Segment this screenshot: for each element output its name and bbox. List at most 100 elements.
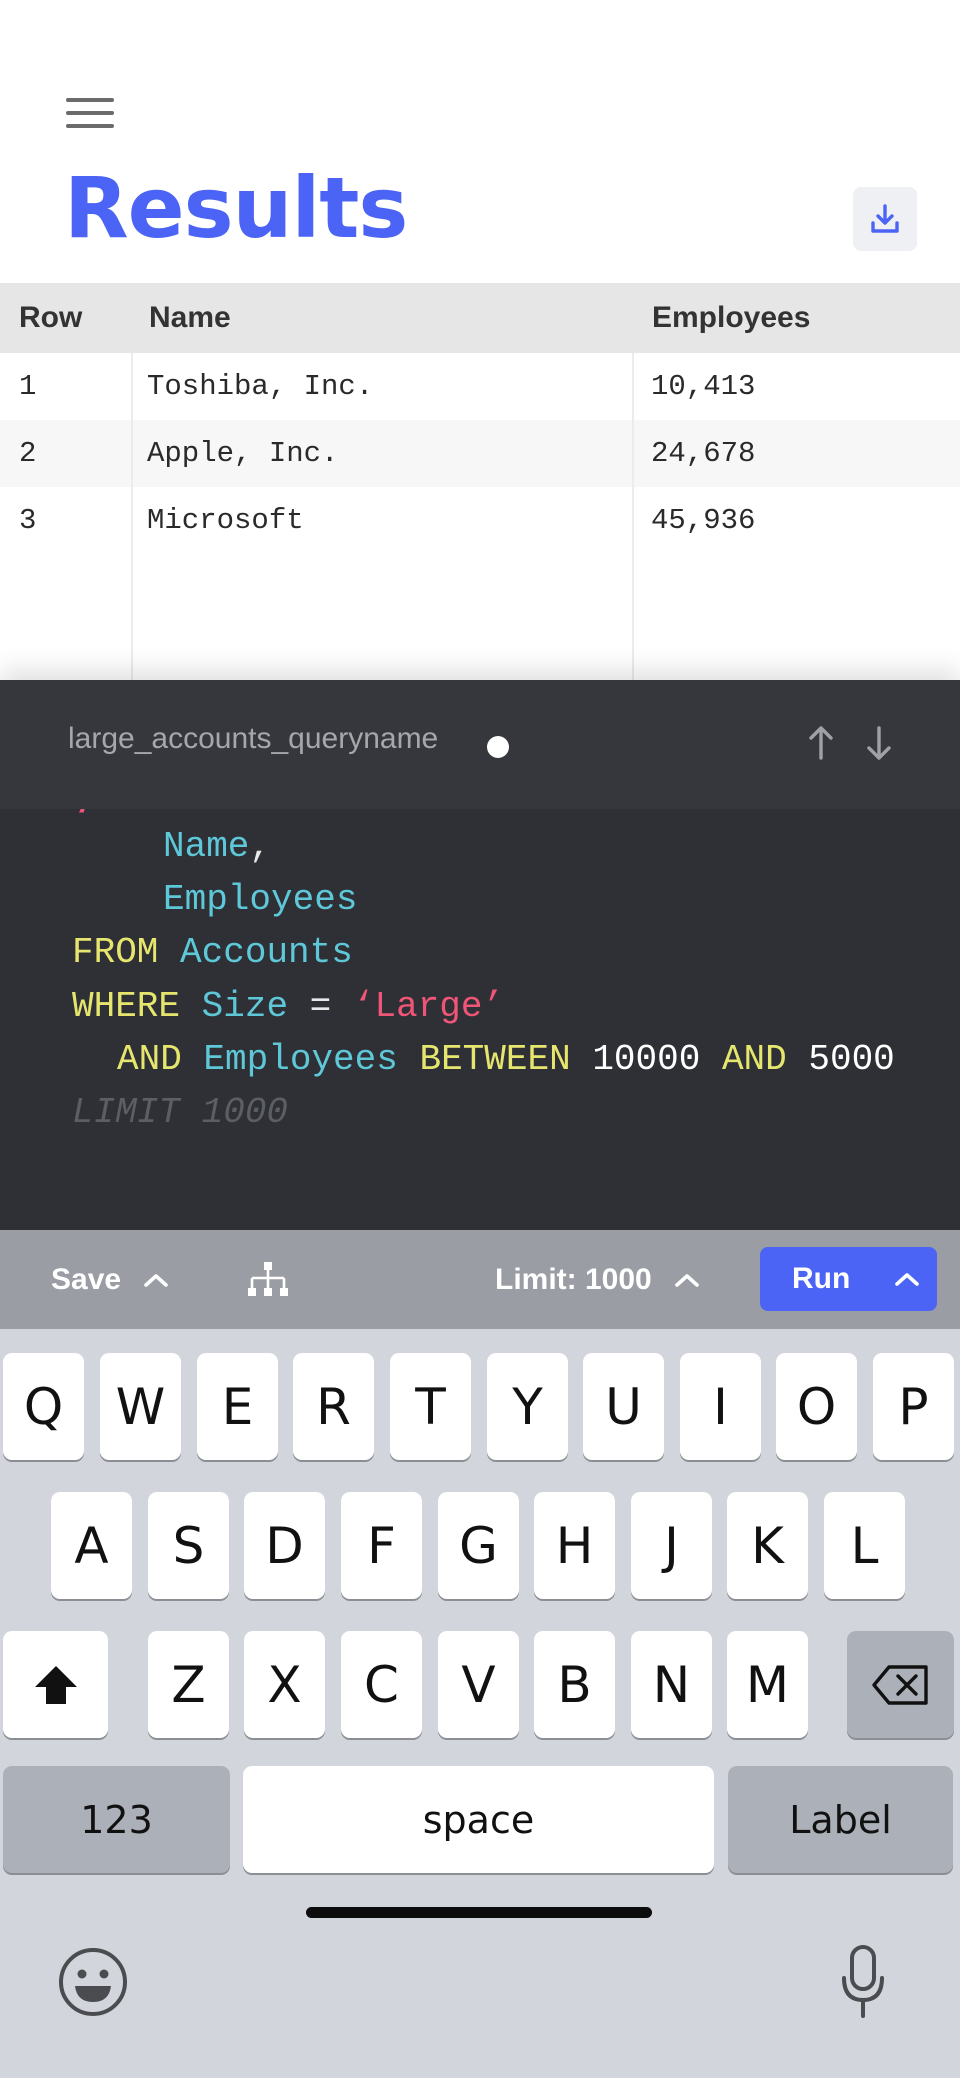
cell-employees: 10,413 bbox=[651, 370, 756, 403]
column-divider bbox=[131, 353, 133, 680]
table-row[interactable]: 2 Apple, Inc. 24,678 bbox=[0, 420, 960, 487]
backspace-icon bbox=[871, 1664, 928, 1705]
emoji-icon bbox=[59, 1948, 127, 2016]
key-q[interactable]: Q bbox=[3, 1353, 84, 1460]
home-indicator[interactable] bbox=[306, 1907, 652, 1918]
code-line: FROM Accounts bbox=[72, 935, 353, 971]
arrow-down-icon bbox=[867, 726, 891, 760]
key-o[interactable]: O bbox=[776, 1353, 857, 1460]
key-j[interactable]: J bbox=[631, 1492, 712, 1599]
key-k[interactable]: K bbox=[727, 1492, 808, 1599]
page-title: Results bbox=[64, 159, 408, 257]
code-identifier: Employees bbox=[163, 879, 358, 920]
key-p[interactable]: P bbox=[873, 1353, 954, 1460]
hamburger-menu-icon[interactable] bbox=[66, 98, 114, 130]
key-z[interactable]: Z bbox=[148, 1631, 229, 1738]
key-s[interactable]: S bbox=[148, 1492, 229, 1599]
cell-employees: 45,936 bbox=[651, 504, 756, 537]
limit-label: Limit: 1000 bbox=[495, 1262, 652, 1296]
code-keyword: WHERE bbox=[72, 986, 181, 1027]
cell-row: 3 bbox=[19, 504, 37, 537]
key-a[interactable]: A bbox=[51, 1492, 132, 1599]
column-header-row[interactable]: Row bbox=[19, 283, 82, 353]
cell-row: 1 bbox=[19, 370, 37, 403]
column-header-name[interactable]: Name bbox=[149, 283, 231, 353]
key-n[interactable]: N bbox=[631, 1631, 712, 1738]
key-b[interactable]: B bbox=[534, 1631, 615, 1738]
query-name[interactable]: large_accounts_queryname bbox=[68, 722, 438, 756]
key-f[interactable]: F bbox=[341, 1492, 422, 1599]
backspace-key[interactable] bbox=[847, 1631, 954, 1738]
key-r[interactable]: R bbox=[293, 1353, 374, 1460]
key-g[interactable]: G bbox=[438, 1492, 519, 1599]
code-keyword: BETWEEN bbox=[419, 1039, 571, 1080]
dictation-button[interactable] bbox=[840, 1944, 886, 2020]
chevron-up-icon bbox=[144, 1273, 168, 1287]
run-button[interactable]: Run bbox=[760, 1247, 937, 1311]
microphone-icon bbox=[842, 1945, 884, 2018]
key-l[interactable]: L bbox=[824, 1492, 905, 1599]
code-line: WHERE Size = ‘Large’ bbox=[72, 989, 504, 1025]
key-t[interactable]: T bbox=[390, 1353, 471, 1460]
cell-name: Microsoft bbox=[147, 504, 304, 537]
key-x[interactable]: X bbox=[244, 1631, 325, 1738]
code-number: 10000 bbox=[592, 1039, 701, 1080]
key-m[interactable]: M bbox=[727, 1631, 808, 1738]
download-button[interactable] bbox=[853, 187, 917, 251]
key-d[interactable]: D bbox=[244, 1492, 325, 1599]
code-keyword: FROM bbox=[72, 932, 159, 973]
return-key[interactable]: Label bbox=[728, 1766, 953, 1873]
table-row[interactable]: 1 Toshiba, Inc. 10,413 bbox=[0, 353, 960, 420]
key-i[interactable]: I bbox=[680, 1353, 761, 1460]
key-u[interactable]: U bbox=[583, 1353, 664, 1460]
previous-query-button[interactable] bbox=[801, 718, 841, 768]
key-e[interactable]: E bbox=[197, 1353, 278, 1460]
save-label: Save bbox=[51, 1262, 122, 1296]
numbers-key[interactable]: 123 bbox=[3, 1766, 230, 1873]
code-keyword: AND bbox=[117, 1039, 182, 1080]
key-h[interactable]: H bbox=[534, 1492, 615, 1599]
code-line-suggestion: LIMIT 1000 bbox=[72, 1095, 288, 1131]
run-label: Run bbox=[792, 1262, 851, 1295]
space-key[interactable]: space bbox=[243, 1766, 714, 1873]
code-identifier: Size bbox=[201, 986, 289, 1027]
cell-employees: 24,678 bbox=[651, 437, 756, 470]
code-keyword: AND bbox=[721, 1039, 787, 1080]
code-line: AND Employees BETWEEN 10000 AND 5000 bbox=[117, 1042, 895, 1078]
code-operator: = bbox=[309, 986, 332, 1027]
column-header-employees[interactable]: Employees bbox=[652, 283, 810, 353]
results-table: Row Name Employees 1 Toshiba, Inc. 10,41… bbox=[0, 283, 960, 680]
sql-editor: large_accounts_queryname ‘ Name, Employe… bbox=[0, 680, 960, 1230]
on-screen-keyboard: Q W E R T Y U I O P A S D F G H J K L Z … bbox=[0, 1329, 960, 2078]
table-header: Row Name Employees bbox=[0, 283, 960, 353]
next-query-button[interactable] bbox=[859, 718, 899, 768]
cell-name: Toshiba, Inc. bbox=[147, 370, 374, 403]
column-divider bbox=[632, 353, 634, 680]
cell-row: 2 bbox=[19, 437, 37, 470]
code-line: Name, bbox=[163, 829, 271, 865]
code-identifier: Accounts bbox=[180, 932, 353, 973]
key-v[interactable]: V bbox=[438, 1631, 519, 1738]
unsaved-indicator bbox=[487, 736, 509, 758]
chevron-up-icon bbox=[895, 1273, 920, 1286]
limit-selector[interactable]: Limit: 1000 bbox=[495, 1230, 702, 1329]
code-punctuation: , bbox=[249, 826, 272, 867]
download-icon bbox=[871, 204, 899, 233]
table-row[interactable]: 3 Microsoft 45,936 bbox=[0, 487, 960, 554]
save-button[interactable]: Save bbox=[51, 1230, 171, 1329]
key-w[interactable]: W bbox=[100, 1353, 181, 1460]
chevron-up-icon bbox=[674, 1273, 699, 1287]
code-identifier: Employees bbox=[203, 1039, 398, 1080]
code-identifier: Name bbox=[163, 826, 250, 867]
shift-key[interactable] bbox=[3, 1631, 108, 1738]
code-number: 5000 bbox=[808, 1039, 895, 1080]
key-c[interactable]: C bbox=[341, 1631, 422, 1738]
key-y[interactable]: Y bbox=[487, 1353, 568, 1460]
cell-name: Apple, Inc. bbox=[147, 437, 339, 470]
schema-button[interactable] bbox=[245, 1230, 291, 1329]
shift-icon bbox=[34, 1665, 77, 1704]
code-area[interactable]: ‘ Name, Employees FROM Accounts WHERE Si… bbox=[0, 809, 960, 1230]
code-line: Employees bbox=[163, 882, 357, 918]
code-string: ‘Large’ bbox=[352, 986, 505, 1027]
emoji-button[interactable] bbox=[57, 1946, 129, 2018]
